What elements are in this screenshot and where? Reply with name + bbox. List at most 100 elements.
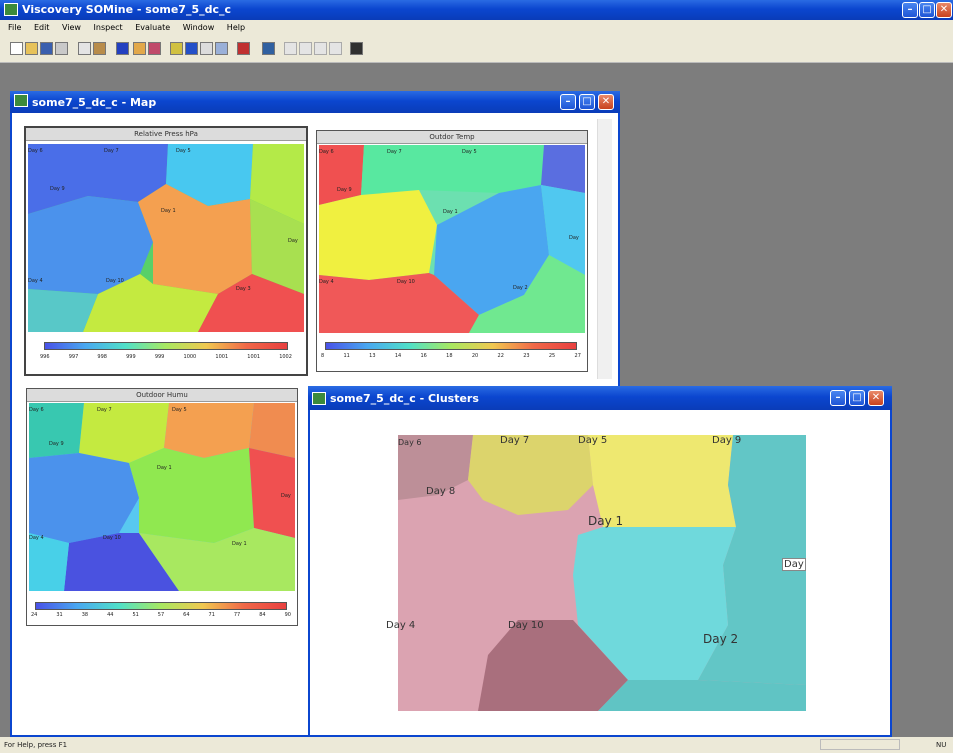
cluster-view-icon[interactable] [185,42,198,55]
map-label: Day 4 [29,535,44,541]
map-label: Day 6 [319,149,334,155]
pressure-colorbar [44,342,288,350]
map-title-pressure: Relative Press hPa [26,128,306,141]
copy-icon[interactable] [78,42,91,55]
map-label: Day 5 [172,407,187,413]
help-icon[interactable] [350,42,363,55]
map-minimize-button[interactable]: – [560,94,576,110]
disabled-3-icon [314,42,327,55]
map-label: Day 1 [232,541,247,547]
clusters-window-title-bar: some7_5_dc_c - Clusters – □ ✕ [308,386,892,410]
map-label: Day [281,493,291,499]
print-icon[interactable] [55,42,68,55]
menu-edit[interactable]: Edit [34,23,50,32]
map-label: Day 2 [513,285,528,291]
clusters-close-button[interactable]: ✕ [868,390,884,406]
map-title-humidity: Outdoor Humu [27,389,297,402]
app-title: Viscovery SOMine - some7_5_dc_c [22,3,232,16]
menu-file[interactable]: File [8,23,21,32]
clusters-minimize-button[interactable]: – [830,390,846,406]
disabled-4-icon [329,42,342,55]
map-window-title: some7_5_dc_c - Map [32,96,157,109]
cluster-label: Day 1 [588,514,624,528]
status-indicator: NU [936,741,947,749]
map-scrollbar[interactable] [597,119,612,379]
map-label: Day 10 [106,278,124,284]
toolbar [0,36,953,63]
cluster-label: Day 6 [398,438,422,447]
disabled-1-icon [284,42,297,55]
map-label: Day [288,238,298,244]
open-icon[interactable] [25,42,38,55]
select-icon[interactable] [133,42,146,55]
cluster-label: Day 4 [386,620,416,631]
menu-inspect[interactable]: Inspect [94,23,123,32]
map-panel-pressure[interactable]: Relative Press hPa Day 6 Day 7 Day 5 Day… [24,126,308,376]
map-label: Day 4 [28,278,43,284]
map-window-icon [14,94,28,107]
map-label: Day 6 [28,148,43,154]
status-bar: For Help, press F1 NU [0,737,953,753]
temperature-colorbar [325,342,577,350]
clusters-window-title: some7_5_dc_c - Clusters [330,392,479,405]
temperature-map [319,145,585,333]
map-label: Day 3 [236,286,251,292]
map-label: Day 10 [397,279,415,285]
humidity-colorbar [35,602,287,610]
map-window-title-bar: some7_5_dc_c - Map – □ ✕ [10,91,620,113]
map-label: Day 10 [103,535,121,541]
map-view-icon[interactable] [170,42,183,55]
map-label: Day 1 [161,208,176,214]
map-maximize-button[interactable]: □ [579,94,595,110]
save-icon[interactable] [40,42,53,55]
maximize-button[interactable]: □ [919,2,935,18]
menu-view[interactable]: View [62,23,81,32]
cluster-map [398,435,806,711]
map-label: Day [569,235,579,241]
new-icon[interactable] [10,42,23,55]
app-icon [4,3,18,16]
map-label: Day 6 [29,407,44,413]
menu-help[interactable]: Help [227,23,245,32]
map-label: Day 5 [462,149,477,155]
link-icon[interactable] [148,42,161,55]
menu-evaluate[interactable]: Evaluate [135,23,170,32]
map-label: Day 7 [104,148,119,154]
map-label: Day 4 [319,279,334,285]
map-label: Day 9 [50,186,65,192]
map-label: Day 9 [337,187,352,193]
sort-icon[interactable] [262,42,275,55]
cluster-label: Day 8 [426,486,456,497]
color-icon[interactable] [237,42,250,55]
disabled-2-icon [299,42,312,55]
app-title-bar: Viscovery SOMine - some7_5_dc_c – □ ✕ [0,0,953,20]
map-panel-temperature[interactable]: Outdor Temp Day 6 Day 7 Day 5 Day 9 Day … [316,130,588,372]
paste-icon[interactable] [93,42,106,55]
temperature-ticks: 8 11 13 14 16 18 20 22 23 25 27 [321,353,581,359]
grid-icon[interactable] [200,42,213,55]
arrow-icon[interactable] [116,42,129,55]
clusters-window-icon [312,392,326,405]
pressure-map [28,144,304,332]
minimize-button[interactable]: – [902,2,918,18]
menu-window[interactable]: Window [183,23,215,32]
map-close-button[interactable]: ✕ [598,94,614,110]
map-label: Day 7 [387,149,402,155]
clusters-maximize-button[interactable]: □ [849,390,865,406]
status-pane [820,739,900,750]
map-panel-humidity[interactable]: Outdoor Humu Day 6 Day 7 Day 5 Day 9 Day… [26,388,298,626]
cluster-label: Day 2 [703,632,739,646]
close-button[interactable]: ✕ [936,2,952,18]
menu-bar: File Edit View Inspect Evaluate Window H… [0,20,953,36]
cluster-label: Day 7 [500,435,530,446]
map-label: Day 9 [49,441,64,447]
map-label: Day 5 [176,148,191,154]
status-text: For Help, press F1 [4,741,68,749]
map-label: Day 1 [443,209,458,215]
map-title-temperature: Outdor Temp [317,131,587,144]
map-label: Day 1 [157,465,172,471]
pressure-ticks: 996 997 998 999 999 1000 1001 1001 1002 [40,354,292,360]
chart-icon[interactable] [215,42,228,55]
map-label: Day 7 [97,407,112,413]
cluster-label: Day 5 [578,435,608,446]
